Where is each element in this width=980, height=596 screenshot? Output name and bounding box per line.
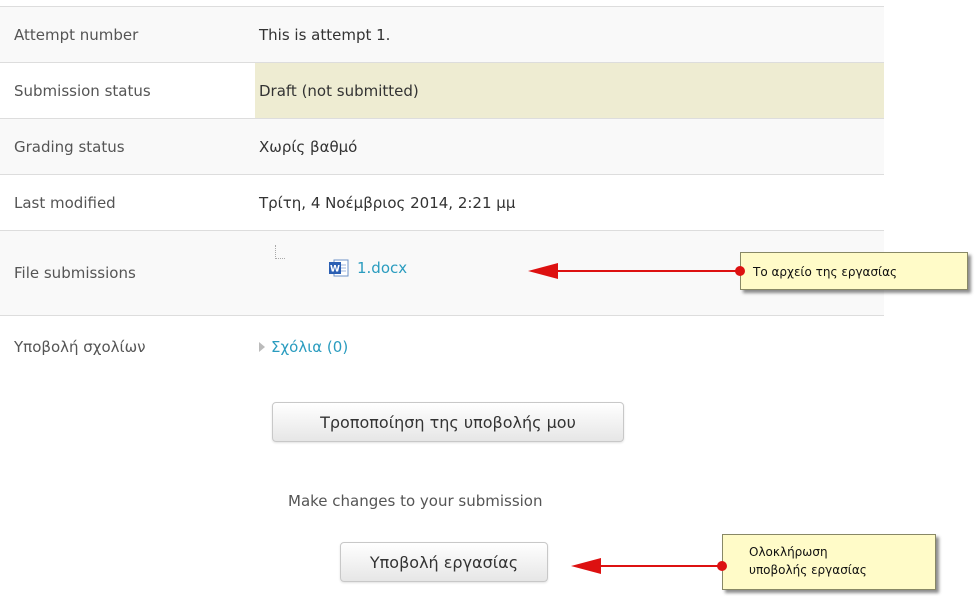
table-row-last-modified: Last modified Τρίτη, 4 Νοέμβριος 2014, 2…: [0, 174, 884, 231]
word-document-icon: W: [329, 259, 349, 277]
submission-status-label: Submission status: [0, 62, 255, 119]
comments-label: Υποβολή σχολίων: [0, 315, 255, 378]
arrow-to-submit: [571, 558, 727, 574]
submission-status-page: Attempt number This is attempt 1. Submis…: [0, 0, 980, 596]
attempt-number-label: Attempt number: [0, 6, 255, 63]
table-row-comments: Υποβολή σχολίων Σχόλια (0): [0, 315, 884, 378]
table-row-grading-status: Grading status Χωρίς βαθμό: [0, 118, 884, 175]
submit-assignment-button[interactable]: Υποβολή εργασίας: [340, 542, 548, 582]
grading-status-label: Grading status: [0, 118, 255, 175]
comments-link-text: Σχόλια (0): [271, 337, 349, 356]
file-callout-text: Το αρχείο της εργασίας: [753, 265, 898, 279]
comments-cell: Σχόλια (0): [255, 315, 884, 378]
svg-text:W: W: [330, 265, 340, 275]
file-submissions-label: File submissions: [0, 230, 255, 316]
triangle-right-icon: [259, 341, 265, 352]
attempt-number-value: This is attempt 1.: [255, 6, 884, 63]
comments-toggle-link[interactable]: Σχόλια (0): [259, 338, 348, 356]
file-callout-note: Το αρχείο της εργασίας: [740, 252, 968, 290]
file-link[interactable]: W 1.docx: [329, 259, 407, 277]
table-row-attempt-number: Attempt number This is attempt 1.: [0, 6, 884, 63]
submission-status-table: Attempt number This is attempt 1. Submis…: [0, 6, 884, 378]
grading-status-value: Χωρίς βαθμό: [255, 118, 884, 175]
arrowhead-submit: [571, 558, 601, 574]
table-row-submission-status: Submission status Draft (not submitted): [0, 62, 884, 119]
last-modified-value: Τρίτη, 4 Νοέμβριος 2014, 2:21 μμ: [255, 174, 884, 231]
submit-callout-line2: υποβολής εργασίας: [749, 563, 867, 577]
edit-submission-button[interactable]: Τροποποίηση της υποβολής μου: [272, 402, 624, 442]
edit-submission-description: Make changes to your submission: [288, 492, 543, 510]
last-modified-label: Last modified: [0, 174, 255, 231]
tree-connector: [275, 245, 285, 259]
submit-callout-note: Ολοκλήρωση υποβολής εργασίας: [722, 534, 936, 590]
submit-callout-line1: Ολοκλήρωση: [749, 545, 828, 559]
file-name: 1.docx: [357, 259, 408, 277]
submission-status-value: Draft (not submitted): [255, 62, 884, 119]
